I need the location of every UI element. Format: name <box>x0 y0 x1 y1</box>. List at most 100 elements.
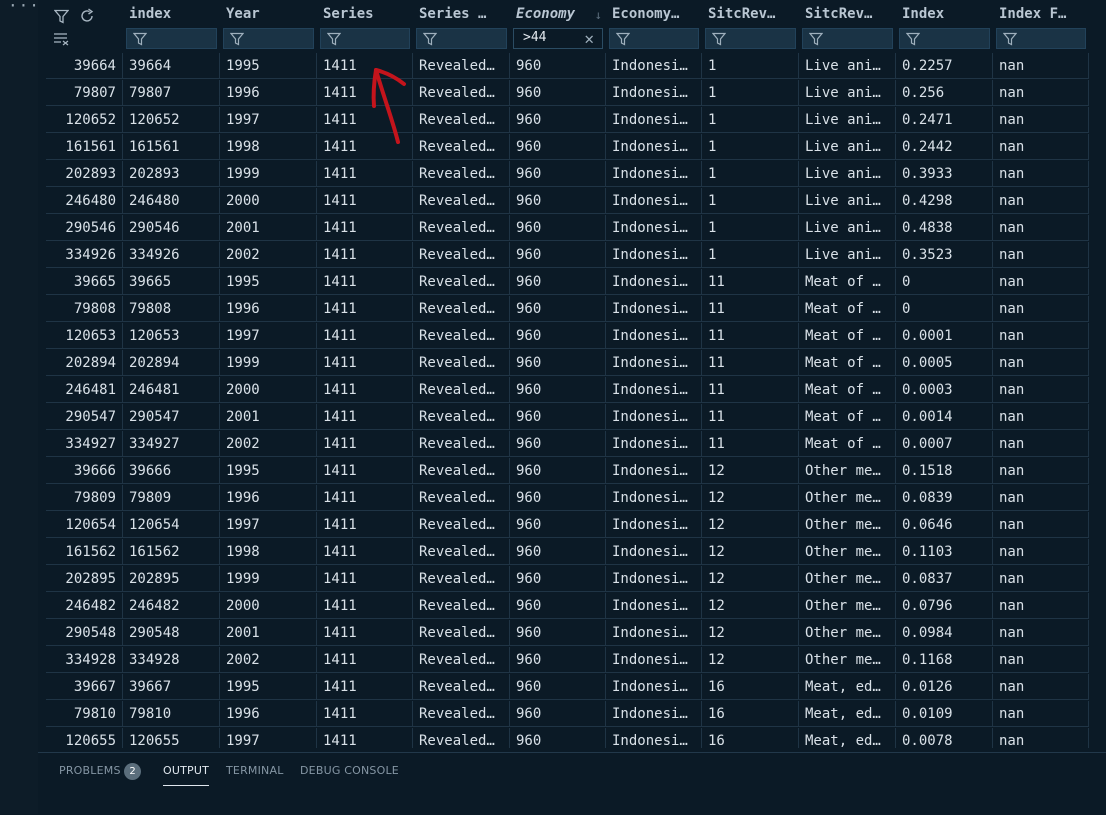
column-header[interactable]: SitcRev… <box>702 0 799 52</box>
table-row[interactable]: 161561 161561 1998 1411 Revealed… 960 Indonesi… <box>46 134 1089 161</box>
table-cell[interactable]: Meat, ed… <box>799 728 896 748</box>
table-cell[interactable]: 39665 <box>123 269 220 295</box>
column-header[interactable]: Series … <box>413 0 510 52</box>
table-cell[interactable]: 960 <box>510 728 606 748</box>
table-cell[interactable]: Meat of … <box>799 404 896 430</box>
table-cell[interactable]: 1996 <box>220 296 317 322</box>
table-cell[interactable]: 1 <box>702 107 799 133</box>
tab-terminal[interactable]: TERMINAL <box>226 764 284 777</box>
table-cell[interactable]: Revealed… <box>413 701 510 727</box>
table-row[interactable]: 202895 202895 1999 1411 Revealed… 960 Indonesi… <box>46 566 1089 593</box>
table-row[interactable]: 79808 79808 1996 1411 Revealed… 960 Indonesi… 1… <box>46 296 1089 323</box>
table-cell[interactable]: 960 <box>510 134 606 160</box>
table-cell[interactable]: 960 <box>510 701 606 727</box>
table-cell[interactable]: 12 <box>702 647 799 673</box>
table-cell[interactable]: 1411 <box>317 566 413 592</box>
table-cell[interactable]: 0.2442 <box>896 134 993 160</box>
table-cell[interactable]: 1997 <box>220 512 317 538</box>
table-cell[interactable]: 960 <box>510 593 606 619</box>
filter-icon[interactable] <box>326 32 342 46</box>
table-cell[interactable]: nan <box>993 431 1089 457</box>
table-cell[interactable]: nan <box>993 188 1089 214</box>
table-cell[interactable]: 1995 <box>220 458 317 484</box>
table-cell[interactable]: nan <box>993 539 1089 565</box>
table-cell[interactable]: 0.3933 <box>896 161 993 187</box>
row-index-cell[interactable]: 39666 <box>46 458 123 484</box>
table-cell[interactable]: Revealed… <box>413 134 510 160</box>
table-cell[interactable]: Revealed… <box>413 161 510 187</box>
table-cell[interactable]: 0.0796 <box>896 593 993 619</box>
table-row[interactable]: 39665 39665 1995 1411 Revealed… 960 Indonesi… 1… <box>46 269 1089 296</box>
table-cell[interactable]: Meat of … <box>799 377 896 403</box>
table-cell[interactable]: 960 <box>510 539 606 565</box>
table-cell[interactable]: 1995 <box>220 674 317 700</box>
table-cell[interactable]: 0.0646 <box>896 512 993 538</box>
row-index-cell[interactable]: 161562 <box>46 539 123 565</box>
table-cell[interactable]: 2002 <box>220 647 317 673</box>
table-cell[interactable]: Live ani… <box>799 107 896 133</box>
table-cell[interactable]: 202895 <box>123 566 220 592</box>
table-cell[interactable]: Indonesi… <box>606 323 702 349</box>
table-row[interactable]: 246480 246480 2000 1411 Revealed… 960 Indonesi… <box>46 188 1089 215</box>
table-cell[interactable]: 0.0837 <box>896 566 993 592</box>
table-cell[interactable]: 960 <box>510 107 606 133</box>
table-cell[interactable]: 1995 <box>220 269 317 295</box>
row-index-cell[interactable]: 120654 <box>46 512 123 538</box>
table-cell[interactable]: Meat, ed… <box>799 674 896 700</box>
table-cell[interactable]: Revealed… <box>413 188 510 214</box>
table-cell[interactable]: 161562 <box>123 539 220 565</box>
row-index-cell[interactable]: 334927 <box>46 431 123 457</box>
table-cell[interactable]: Indonesi… <box>606 728 702 748</box>
table-cell[interactable]: nan <box>993 350 1089 376</box>
table-cell[interactable]: 2000 <box>220 188 317 214</box>
table-row[interactable]: 79810 79810 1996 1411 Revealed… 960 Indonesi… 1… <box>46 701 1089 728</box>
table-cell[interactable]: 1996 <box>220 701 317 727</box>
table-cell[interactable]: Meat of … <box>799 431 896 457</box>
table-cell[interactable]: 12 <box>702 539 799 565</box>
table-cell[interactable]: 960 <box>510 566 606 592</box>
table-cell[interactable]: Live ani… <box>799 188 896 214</box>
row-index-cell[interactable]: 290546 <box>46 215 123 241</box>
table-cell[interactable]: 1 <box>702 134 799 160</box>
table-cell[interactable]: 11 <box>702 323 799 349</box>
table-cell[interactable]: Indonesi… <box>606 377 702 403</box>
table-cell[interactable]: Indonesi… <box>606 674 702 700</box>
table-cell[interactable]: Revealed… <box>413 566 510 592</box>
column-header-label[interactable]: Year <box>226 6 311 22</box>
table-cell[interactable]: 2000 <box>220 377 317 403</box>
table-cell[interactable]: 2002 <box>220 242 317 268</box>
table-cell[interactable]: nan <box>993 107 1089 133</box>
table-cell[interactable]: Indonesi… <box>606 458 702 484</box>
column-header-label[interactable]: SitcRev… <box>708 6 793 22</box>
table-cell[interactable]: Revealed… <box>413 377 510 403</box>
table-cell[interactable]: Revealed… <box>413 53 510 79</box>
table-row[interactable]: 202894 202894 1999 1411 Revealed… 960 Indonesi… <box>46 350 1089 377</box>
table-cell[interactable]: 12 <box>702 593 799 619</box>
table-cell[interactable]: Indonesi… <box>606 350 702 376</box>
sort-arrow-icon[interactable]: ↓ <box>595 8 602 22</box>
table-cell[interactable]: 0.0007 <box>896 431 993 457</box>
column-header[interactable]: index <box>123 0 220 52</box>
table-cell[interactable]: Indonesi… <box>606 566 702 592</box>
table-cell[interactable]: Revealed… <box>413 647 510 673</box>
row-index-cell[interactable]: 39664 <box>46 53 123 79</box>
table-cell[interactable]: Indonesi… <box>606 431 702 457</box>
table-row[interactable]: 290548 290548 2001 1411 Revealed… 960 Indonesi… <box>46 620 1089 647</box>
row-index-cell[interactable]: 334926 <box>46 242 123 268</box>
table-cell[interactable]: 2001 <box>220 215 317 241</box>
table-row[interactable]: 79809 79809 1996 1411 Revealed… 960 Indonesi… 1… <box>46 485 1089 512</box>
table-cell[interactable]: 11 <box>702 431 799 457</box>
filter-icon[interactable] <box>54 9 69 24</box>
table-cell[interactable]: 0 <box>896 269 993 295</box>
table-row[interactable]: 39664 39664 1995 1411 Revealed… 960 Indonesi… 1… <box>46 53 1089 80</box>
table-cell[interactable]: Revealed… <box>413 512 510 538</box>
table-row[interactable]: 120655 120655 1997 1411 Revealed… 960 Indonesi… <box>46 728 1089 748</box>
table-cell[interactable]: 1997 <box>220 323 317 349</box>
table-cell[interactable]: Indonesi… <box>606 107 702 133</box>
row-index-cell[interactable]: 79809 <box>46 485 123 511</box>
table-cell[interactable]: 1411 <box>317 728 413 748</box>
table-cell[interactable]: Indonesi… <box>606 215 702 241</box>
table-cell[interactable]: 960 <box>510 431 606 457</box>
table-cell[interactable]: 960 <box>510 269 606 295</box>
table-cell[interactable]: 0.1168 <box>896 647 993 673</box>
